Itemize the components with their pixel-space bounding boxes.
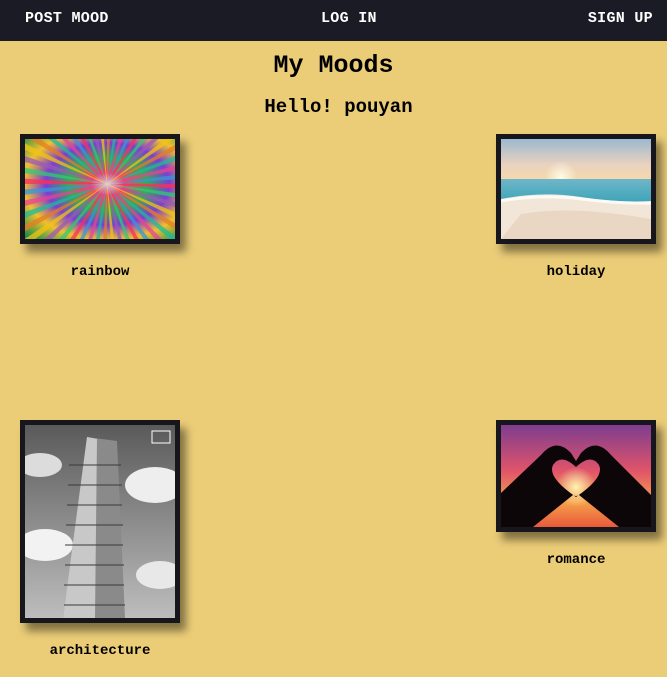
beach-sunset-image	[501, 139, 651, 239]
mood-card-romance[interactable]: romance	[496, 420, 656, 568]
greeting-text: Hello! pouyan	[264, 96, 413, 118]
log-in-link[interactable]: LOG IN	[321, 11, 377, 27]
page-title: My Moods	[273, 51, 394, 80]
mood-image-frame[interactable]	[496, 134, 656, 244]
mood-image-frame[interactable]	[496, 420, 656, 532]
post-mood-link[interactable]: POST MOOD	[25, 11, 109, 27]
mood-card-rainbow[interactable]: rainbow	[20, 134, 180, 280]
mood-caption: romance	[546, 552, 606, 568]
mood-caption: architecture	[49, 643, 151, 659]
top-navbar: POST MOOD LOG IN SIGN UP	[0, 0, 667, 41]
sign-up-link[interactable]: SIGN UP	[588, 11, 653, 27]
heart-hands-sunset-image	[501, 425, 651, 527]
mood-image-frame[interactable]	[20, 134, 180, 244]
mood-caption: holiday	[546, 264, 606, 280]
mood-card-holiday[interactable]: holiday	[496, 134, 656, 280]
mood-image-frame[interactable]	[20, 420, 180, 623]
flatiron-building-image	[25, 425, 175, 618]
mood-caption: rainbow	[70, 264, 130, 280]
colorful-starburst-image	[25, 139, 175, 239]
mood-card-architecture[interactable]: architecture	[20, 420, 180, 659]
